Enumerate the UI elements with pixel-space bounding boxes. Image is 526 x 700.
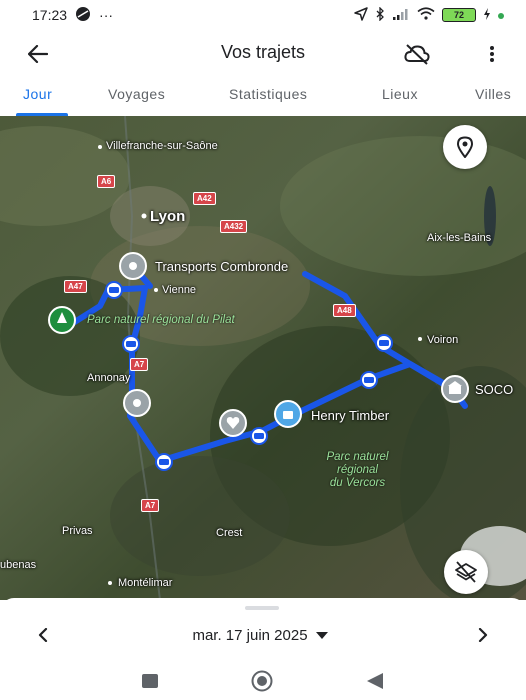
- car-stop-marker: [155, 453, 173, 471]
- map-label-aix: Aix-les-Bains: [427, 232, 492, 244]
- map-view[interactable]: Villefranche-sur-Saône Lyon Vienne Annon…: [0, 116, 526, 600]
- dropdown-arrow-icon: [315, 631, 328, 639]
- car-stop-marker: [122, 335, 140, 353]
- place-marker-gray: [123, 389, 151, 417]
- more-options-button[interactable]: [482, 40, 502, 68]
- back-nav-button[interactable]: [363, 670, 387, 692]
- system-nav-bar: [0, 662, 526, 700]
- map-label-montelimar: Montélimar: [118, 577, 173, 589]
- map-label-crest: Crest: [216, 527, 243, 539]
- tab-voyages[interactable]: Voyages: [108, 86, 165, 102]
- recents-square-icon: [142, 674, 158, 688]
- home-button[interactable]: [250, 670, 274, 692]
- layers-button[interactable]: [444, 550, 488, 594]
- tab-lieux[interactable]: Lieux: [382, 86, 418, 102]
- tab-bar: Jour Voyages Statistiques Lieux Villes: [0, 78, 526, 116]
- battery-indicator: 72: [442, 8, 476, 22]
- sheet-drag-handle[interactable]: [245, 606, 279, 610]
- road-shield-a432: A432: [220, 220, 248, 233]
- road-shield-a42: A42: [193, 192, 216, 205]
- map-label-vercors-line: régional: [337, 464, 378, 476]
- signal-icon: [392, 8, 410, 23]
- map-label-soco: SOCO: [475, 382, 514, 397]
- map-label-pilat: Parc naturel régional du Pilat: [87, 314, 235, 326]
- page-title: Vos trajets: [220, 42, 306, 62]
- map-label-vercors-line: Parc naturel: [326, 451, 389, 463]
- chevron-left-icon: [38, 628, 48, 642]
- car-stop-marker: [360, 371, 378, 389]
- app-notification-icon: [75, 6, 91, 25]
- more-vert-icon: [490, 46, 494, 62]
- map-label-vercors: Parc naturel régional du Vercors: [310, 451, 405, 490]
- car-stop-marker: [250, 427, 268, 445]
- place-marker-transports: [119, 252, 147, 280]
- map-label-henry-timber: Henry Timber: [311, 408, 390, 423]
- road-shield-a6: A6: [97, 175, 116, 188]
- recents-button[interactable]: [138, 670, 162, 692]
- location-pin-icon: [456, 136, 474, 158]
- layers-off-icon: [455, 561, 477, 583]
- map-label-privas: Privas: [62, 525, 93, 537]
- map-label-annonay: Annonay: [87, 372, 131, 384]
- date-picker-button[interactable]: mar. 17 juin 2025: [150, 624, 370, 646]
- tab-jour[interactable]: Jour: [23, 86, 52, 102]
- back-triangle-icon: [367, 673, 383, 689]
- map-label-vienne: Vienne: [162, 284, 197, 296]
- day-selector-sheet: mar. 17 juin 2025: [0, 598, 526, 662]
- more-notifications-text: ···: [99, 7, 114, 23]
- place-marker-park: [48, 306, 76, 334]
- road-shield-a7-south: A7: [141, 499, 160, 512]
- navigation-arrow-icon: [354, 6, 368, 24]
- status-time: 17:23: [32, 7, 68, 23]
- place-marker-henry: [274, 400, 302, 428]
- selected-date: mar. 17 juin 2025: [192, 626, 308, 644]
- map-label-vercors-line: du Vercors: [329, 477, 386, 489]
- cloud-backup-button[interactable]: [402, 40, 432, 68]
- road-shield-a48: A48: [333, 304, 356, 317]
- map-label-villefranche: Villefranche-sur-Saône: [106, 140, 218, 152]
- map-label-transports: Transports Combronde: [155, 259, 289, 274]
- app-root: 17:23 ··· 72 Vos trajets Jour Voyages St…: [0, 0, 526, 700]
- charging-icon: [483, 7, 491, 23]
- map-label-lyon: Lyon: [150, 208, 186, 225]
- tab-statistiques[interactable]: Statistiques: [229, 86, 307, 102]
- tab-villes[interactable]: Villes: [475, 86, 511, 102]
- home-circle-icon: [251, 670, 273, 692]
- place-marker-soco: [441, 375, 469, 403]
- previous-day-button[interactable]: [30, 622, 56, 648]
- location-button[interactable]: [443, 125, 487, 169]
- place-marker-favorite: [219, 409, 247, 437]
- road-shield-a47: A47: [64, 280, 87, 293]
- notification-dot-icon: [498, 8, 504, 22]
- app-bar: Vos trajets: [0, 30, 526, 76]
- map-label-voiron: Voiron: [427, 334, 459, 346]
- next-day-button[interactable]: [470, 622, 496, 648]
- road-shield-a7-north: A7: [130, 358, 149, 371]
- car-stop-marker: [375, 334, 393, 352]
- wifi-icon: [417, 7, 435, 23]
- cloud-off-icon: [404, 44, 430, 65]
- chevron-right-icon: [478, 628, 488, 642]
- car-stop-marker: [105, 281, 123, 299]
- bluetooth-icon: [375, 5, 385, 24]
- status-bar: 17:23 ··· 72: [0, 0, 526, 30]
- map-label-aubenas: ubenas: [0, 559, 37, 571]
